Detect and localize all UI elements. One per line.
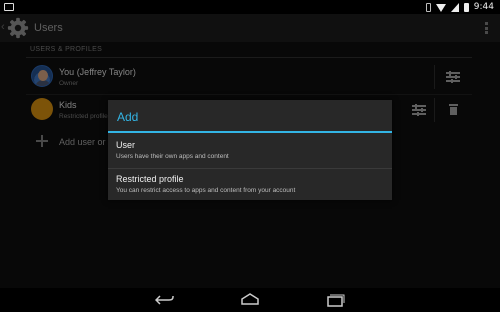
wifi-icon	[435, 4, 446, 12]
add-restricted-profile-option[interactable]: Restricted profile You can restrict acce…	[108, 169, 392, 202]
status-time: 9:44	[473, 2, 494, 12]
status-icons: 9:44	[425, 1, 494, 13]
add-user-option[interactable]: User Users have their own apps and conte…	[108, 135, 392, 168]
home-icon[interactable]	[240, 292, 260, 306]
option-title: Restricted profile	[116, 174, 184, 184]
status-bar: 9:44	[0, 0, 500, 14]
recents-icon[interactable]	[325, 293, 345, 307]
dialog-title-divider	[108, 131, 392, 133]
add-dialog: Add User Users have their own apps and c…	[108, 100, 392, 200]
signal-icon	[450, 2, 459, 12]
option-title: User	[116, 140, 136, 150]
battery-icon	[463, 2, 469, 12]
back-icon[interactable]	[155, 293, 175, 307]
navigation-bar	[0, 288, 500, 312]
option-subtitle: You can restrict access to apps and cont…	[116, 187, 296, 194]
phone-icon	[425, 2, 431, 12]
dialog-title: Add	[117, 110, 139, 124]
screenshot-icon	[4, 3, 14, 11]
option-subtitle: Users have their own apps and content	[116, 153, 229, 160]
